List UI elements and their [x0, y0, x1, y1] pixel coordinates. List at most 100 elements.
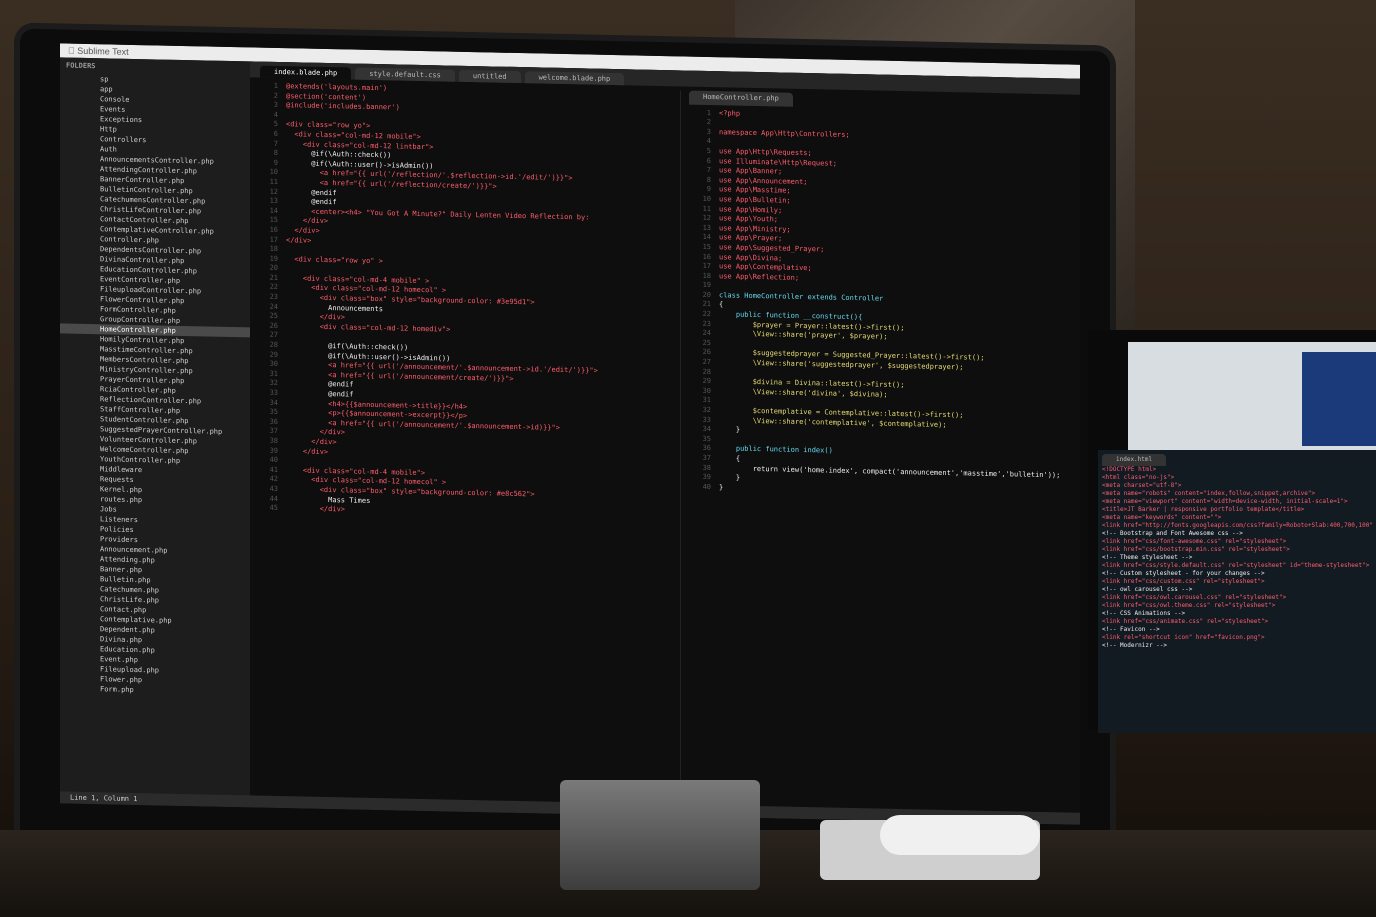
- line-number: 43: [269, 484, 278, 493]
- code-text: use App\Http\Requests;: [719, 147, 812, 158]
- code-text: @include('includes.banner'): [286, 101, 400, 112]
- code-text: @endif: [286, 389, 354, 399]
- side-code-line: <meta charset="utf-8">: [1102, 482, 1182, 489]
- code-text: use Illuminate\Http\Request;: [719, 156, 838, 168]
- code-text: use App\Suggested_Prayer;: [719, 243, 825, 254]
- line-number: 5: [706, 146, 711, 156]
- line-number: 33: [269, 388, 278, 397]
- side-code-line: <!-- owl carousel css -->: [1102, 586, 1193, 593]
- side-code-line: <link href="css/owl.carousel.css" rel="s…: [1102, 594, 1287, 601]
- app-menu-label[interactable]: Sublime Text: [77, 46, 128, 57]
- line-number: 1: [706, 108, 711, 117]
- code-text: use App\Contemplative;: [719, 262, 812, 273]
- line-number: 28: [702, 367, 711, 376]
- code-text: </div>: [286, 504, 346, 514]
- side-code-line: <!-- CSS Animations -->: [1102, 610, 1186, 617]
- line-number: 31: [702, 396, 711, 405]
- side-code-line: <!-- Favicon -->: [1102, 626, 1160, 633]
- code-text: }: [719, 482, 724, 492]
- line-number: 15: [702, 242, 711, 251]
- line-number: 23: [702, 319, 711, 328]
- line-number: 17: [702, 261, 711, 271]
- second-monitor-top-window: [1128, 342, 1376, 452]
- line-number: 8: [273, 149, 278, 158]
- terminal-window: [1302, 352, 1376, 446]
- line-number: 28: [269, 340, 278, 350]
- code-text: use App\Banner;: [719, 166, 783, 176]
- side-code-line: <meta name="keywords" content="">: [1102, 514, 1222, 521]
- editor-tab[interactable]: untitled: [458, 69, 521, 84]
- line-number: 34: [269, 398, 278, 407]
- side-code-line: <link href="http://fonts.googleapis.com/…: [1102, 522, 1373, 529]
- line-number: 30: [702, 386, 711, 395]
- code-text: @endif: [286, 197, 337, 207]
- code-text: </div>: [286, 427, 346, 437]
- line-number: 41: [269, 465, 278, 474]
- line-number: 25: [269, 312, 278, 321]
- line-number: 16: [702, 252, 711, 261]
- code-text: </div>: [286, 235, 312, 245]
- editor-tab[interactable]: style.default.css: [355, 67, 455, 82]
- line-number: 21: [702, 300, 711, 309]
- code-text: Mass Times: [286, 494, 371, 505]
- line-number: 7: [273, 139, 278, 148]
- side-code-line: <meta name="robots" content="index,follo…: [1102, 490, 1316, 497]
- code-text: use App\Ministry;: [719, 223, 791, 234]
- side-code-line: <html class="no-js">: [1102, 474, 1175, 481]
- code-text: use App\Divina;: [719, 252, 783, 263]
- line-number: 32: [269, 379, 278, 388]
- side-code-line: <meta name="viewport" content="width=dev…: [1102, 498, 1348, 505]
- line-number: 18: [702, 271, 711, 280]
- line-number: 20: [702, 290, 711, 299]
- side-code-line: <link href="css/animate.css" rel="styles…: [1102, 618, 1269, 625]
- line-number: 21: [269, 273, 278, 282]
- code-pane-left[interactable]: 1 @extends('layouts.main') 2 @section('cont…: [250, 81, 676, 810]
- editor-tab[interactable]: index.blade.php: [260, 65, 352, 80]
- line-number: 24: [269, 302, 278, 311]
- line-number: 19: [702, 281, 711, 290]
- side-code-line: <!-- Modernizr -->: [1102, 642, 1168, 649]
- side-code-line: <!-- Bootstrap and Font Awesome css -->: [1102, 530, 1243, 537]
- line-number: 29: [269, 350, 278, 359]
- editor-tab[interactable]: welcome.blade.php: [524, 71, 625, 86]
- second-monitor-editor[interactable]: index.html <!DOCTYPE html> <html class="n…: [1098, 450, 1376, 733]
- line-number: 39: [702, 473, 711, 482]
- imac-monitor:  Sublime Text FOLDERS spappConsoleEvent…: [20, 28, 1110, 887]
- second-monitor: index.html <!DOCTYPE html> <html class="n…: [1088, 330, 1376, 733]
- line-number: 40: [702, 482, 711, 491]
- code-text: public function index(): [719, 444, 833, 455]
- line-number: 17: [269, 235, 278, 244]
- side-code-line: <!-- Theme stylesheet -->: [1102, 554, 1193, 561]
- code-pane-right[interactable]: HomeController.php 1 <?php 2 3 namespace App…: [680, 90, 1079, 819]
- side-code-line: <link href="css/font-awesome.css" rel="s…: [1102, 538, 1287, 545]
- side-code-line: <!-- Custom stylesheet - for your change…: [1102, 570, 1265, 577]
- side-code-line: <title>JT Barker | responsive portfolio …: [1102, 506, 1305, 513]
- line-number: 10: [702, 194, 711, 203]
- line-number: 11: [269, 177, 278, 186]
- sidebar: FOLDERS sp app Console Events Exceptions Http…: [60, 57, 250, 808]
- code-text: }: [719, 473, 741, 482]
- editor-area: index.blade.php style.default.css untitled…: [250, 61, 1080, 825]
- line-number: 4: [273, 110, 278, 119]
- line-number: 27: [269, 331, 278, 340]
- line-number: 13: [702, 223, 711, 232]
- line-number: 8: [706, 175, 711, 184]
- code-text: </div>: [286, 312, 346, 322]
- line-number: 14: [702, 233, 711, 242]
- code-text: use App\Reflection;: [719, 271, 800, 282]
- line-number: 3: [273, 101, 278, 110]
- line-number: 6: [273, 129, 278, 138]
- code-text: <div class="row yo" >: [286, 254, 383, 265]
- second-monitor-tab[interactable]: index.html: [1102, 454, 1167, 466]
- apple-icon[interactable]: : [68, 46, 75, 56]
- line-number: 25: [702, 338, 711, 347]
- secondary-tab[interactable]: HomeController.php: [689, 90, 793, 107]
- line-number: 7: [706, 166, 711, 175]
- line-number: 26: [269, 321, 278, 330]
- line-number: 5: [273, 120, 278, 129]
- line-number: 35: [702, 434, 711, 443]
- side-code-line: <link href="css/custom.css" rel="stylesh…: [1102, 578, 1265, 585]
- line-number: 14: [269, 206, 278, 215]
- side-code-line: <link href="css/bootstrap.min.css" rel="…: [1102, 546, 1290, 553]
- code-text: @section('content'): [286, 91, 367, 102]
